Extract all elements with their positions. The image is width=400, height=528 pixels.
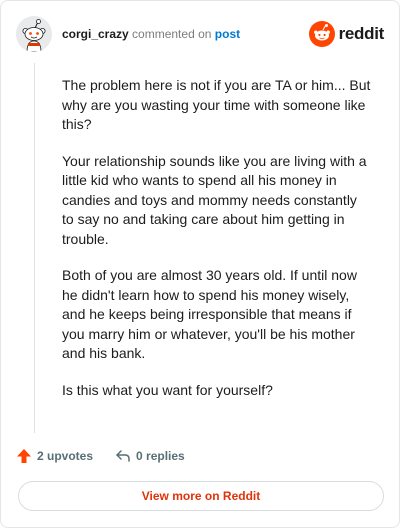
comment-actions: 2 upvotes 0 replies (16, 447, 207, 465)
reply-arrow-icon (116, 450, 130, 462)
view-more-button[interactable]: View more on Reddit (18, 481, 384, 511)
reddit-wordmark: reddit (338, 24, 385, 43)
upvote-button[interactable]: 2 upvotes (16, 448, 93, 464)
commented-on-text: commented on (132, 27, 212, 41)
comment-body: The problem here is not if you are TA or… (62, 76, 372, 417)
thread-line (34, 63, 35, 433)
snoo-avatar-icon (16, 16, 52, 52)
comment-meta: corgi_crazy commented on post (62, 27, 240, 41)
upvote-arrow-icon (17, 449, 31, 463)
comment-header: corgi_crazy commented on post reddit (16, 16, 384, 54)
upvote-count: 2 upvotes (37, 449, 94, 463)
comment-embed-card: corgi_crazy commented on post reddit The… (0, 0, 400, 528)
username-link[interactable]: corgi_crazy (62, 27, 129, 41)
reddit-logo[interactable]: reddit (308, 20, 385, 48)
comment-paragraph: Is this what you want for yourself? (62, 381, 273, 398)
comment-paragraph: Both of you are almost 30 years old. If … (62, 267, 357, 361)
comment-paragraph: Your relationship sounds like you are li… (62, 152, 367, 247)
post-link[interactable]: post (215, 27, 240, 41)
user-avatar[interactable] (16, 16, 52, 52)
reply-button[interactable]: 0 replies (115, 448, 185, 464)
reddit-snoo-icon (308, 21, 335, 47)
reply-count: 0 replies (136, 449, 185, 463)
comment-paragraph: The problem here is not if you are TA or… (62, 77, 371, 132)
